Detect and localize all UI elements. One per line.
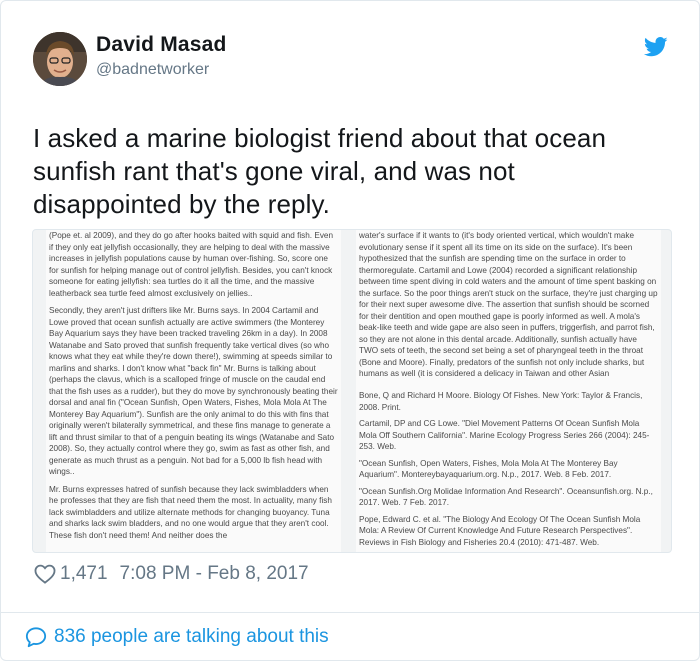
media-note-left: (Pope et. al 2009), and they do go after… xyxy=(46,230,341,552)
media-left-paragraph: Mr. Burns expresses hatred of sunfish be… xyxy=(49,484,332,540)
talking-count: 836 people are talking about this xyxy=(54,626,329,647)
media-left-paragraph: Secondly, they aren't just drifters like… xyxy=(49,306,338,476)
tweet-media-image[interactable]: (Pope et. al 2009), and they do go after… xyxy=(32,229,672,553)
media-reference: "Ocean Sunfish, Open Waters, Fishes, Mol… xyxy=(359,458,618,480)
avatar[interactable] xyxy=(33,32,87,86)
timestamp[interactable]: 7:08 PM - Feb 8, 2017 xyxy=(120,563,309,585)
tweet-meta: 1,471 7:08 PM - Feb 8, 2017 xyxy=(34,561,309,587)
media-reference: Cartamil, DP and CG Lowe. "Diel Movement… xyxy=(359,419,650,451)
media-note-references: Bone, Q and Richard H Moore. Biology Of … xyxy=(356,390,661,552)
divider xyxy=(1,612,699,613)
avatar-photo xyxy=(33,32,87,86)
media-reference: "Ocean Sunfish.Org Molidae Information A… xyxy=(359,486,653,508)
heart-icon[interactable] xyxy=(34,564,56,584)
tweet-text: I asked a marine biologist friend about … xyxy=(33,123,607,219)
comment-bubble-icon xyxy=(25,626,47,648)
media-note-right-top: water's surface if it wants to (it's bod… xyxy=(356,230,661,392)
conversation-link[interactable]: 836 people are talking about this xyxy=(25,623,329,651)
media-left-paragraph: (Pope et. al 2009), and they do go after… xyxy=(49,231,334,298)
like-count[interactable]: 1,471 xyxy=(60,563,108,585)
tweet-card: David Masad @badnetworker I asked a mari… xyxy=(0,0,700,661)
media-reference: Pope, Edward C. et al. "The Biology And … xyxy=(359,514,641,547)
media-reference: Bone, Q and Richard H Moore. Biology Of … xyxy=(359,391,643,412)
media-right-paragraph: water's surface if it wants to (it's bod… xyxy=(359,231,658,378)
twitter-bird-icon[interactable] xyxy=(643,37,668,57)
author-handle[interactable]: @badnetworker xyxy=(96,61,209,79)
author-name[interactable]: David Masad xyxy=(96,33,227,57)
